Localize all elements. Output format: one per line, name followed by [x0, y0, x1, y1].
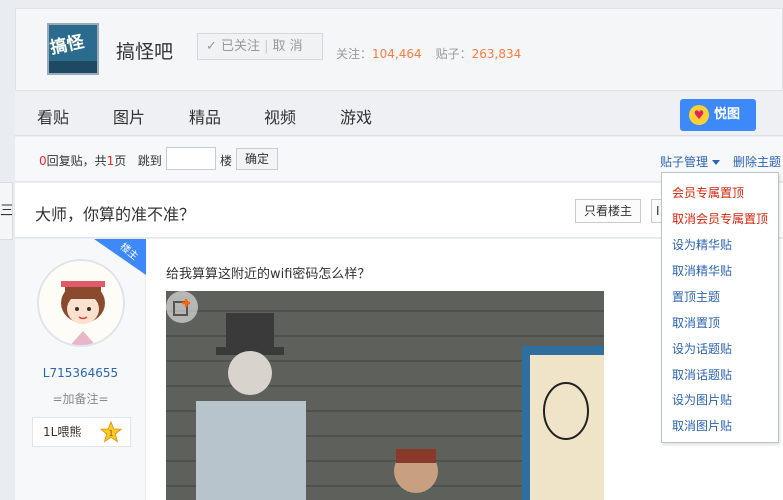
dropdown-item-cancel-featured[interactable]: 取消精华贴	[672, 262, 732, 279]
dropdown-item-unpin[interactable]: 取消置顶	[672, 314, 720, 331]
posts-count: 263,834	[471, 47, 522, 61]
post-text: 给我算算这附近的wifi密码怎么样？	[166, 267, 371, 282]
star-icon: 1	[100, 421, 122, 443]
tab-posts[interactable]: 看贴	[37, 104, 69, 128]
dropdown-item-pin-topic[interactable]: 置顶主题	[672, 288, 720, 305]
dropdown-item-set-image[interactable]: 设为图片贴	[672, 391, 732, 408]
dropdown-item-cancel-member-pin[interactable]: 取消会员专属置顶	[672, 210, 768, 227]
thread-title: 大师，你算的准不准？	[35, 205, 196, 224]
delete-topic-link[interactable]: 删除主题	[733, 153, 781, 170]
post-manage-dropdown: 会员专属置顶 取消会员专属置顶 设为精华贴 取消精华贴 置顶主题 取消置顶 设为…	[661, 172, 779, 443]
caret-down-icon	[712, 160, 721, 165]
check-icon: ✓	[206, 39, 217, 54]
forum-logo[interactable]: 搞怪吧	[47, 23, 99, 75]
dropdown-item-set-featured[interactable]: 设为精华贴	[672, 236, 732, 253]
confirm-button[interactable]: 确定	[236, 148, 278, 170]
post-manage-menu[interactable]: 贴子管理	[660, 153, 721, 170]
reply-count: 0	[39, 154, 47, 168]
heart-eyes-icon: ♥	[689, 105, 709, 125]
post-image[interactable]	[166, 291, 604, 500]
dropdown-item-set-topic[interactable]: 设为话题贴	[672, 340, 732, 357]
unfollow-button[interactable]: 取 消	[272, 39, 302, 54]
forum-header: 搞怪吧 搞怪吧 ✓ 已关注 | 取 消 关注：104,464 贴子：263,834	[15, 8, 783, 90]
tab-videos[interactable]: 视频	[264, 104, 296, 128]
forum-name[interactable]: 搞怪吧	[116, 37, 173, 64]
only-louzhu-button[interactable]: 只看楼主	[575, 199, 641, 223]
dropdown-item-member-pin[interactable]: 会员专属置顶	[672, 184, 744, 201]
side-tab[interactable]: 三	[0, 182, 13, 240]
image-add-icon[interactable]	[166, 291, 198, 323]
level-number: 1	[108, 429, 113, 438]
dropdown-item-cancel-topic[interactable]: 取消话题贴	[672, 366, 732, 383]
follow-label: 已关注	[221, 39, 261, 54]
followers-count: 104,464	[372, 47, 422, 61]
forum-nav: 看贴 图片 精品 视频 游戏 ♥ 悦图	[15, 90, 783, 136]
dropdown-item-cancel-image[interactable]: 取消图片贴	[672, 417, 732, 434]
louzhu-badge: 楼主	[94, 239, 146, 275]
author-username[interactable]: L715364655	[15, 366, 146, 380]
follow-button[interactable]: ✓ 已关注 | 取 消	[197, 33, 323, 60]
tab-games[interactable]: 游戏	[340, 104, 372, 128]
page-jump-input[interactable]	[166, 147, 216, 170]
yuetu-button[interactable]: ♥ 悦图	[680, 99, 756, 131]
tab-featured[interactable]: 精品	[189, 104, 221, 128]
forum-stats: 关注：104,464 贴子：263,834	[336, 47, 522, 61]
level-badge[interactable]: 1L喂熊 1	[32, 417, 131, 447]
add-note-link[interactable]: =加备注=	[15, 390, 146, 407]
tab-images[interactable]: 图片	[113, 104, 145, 128]
